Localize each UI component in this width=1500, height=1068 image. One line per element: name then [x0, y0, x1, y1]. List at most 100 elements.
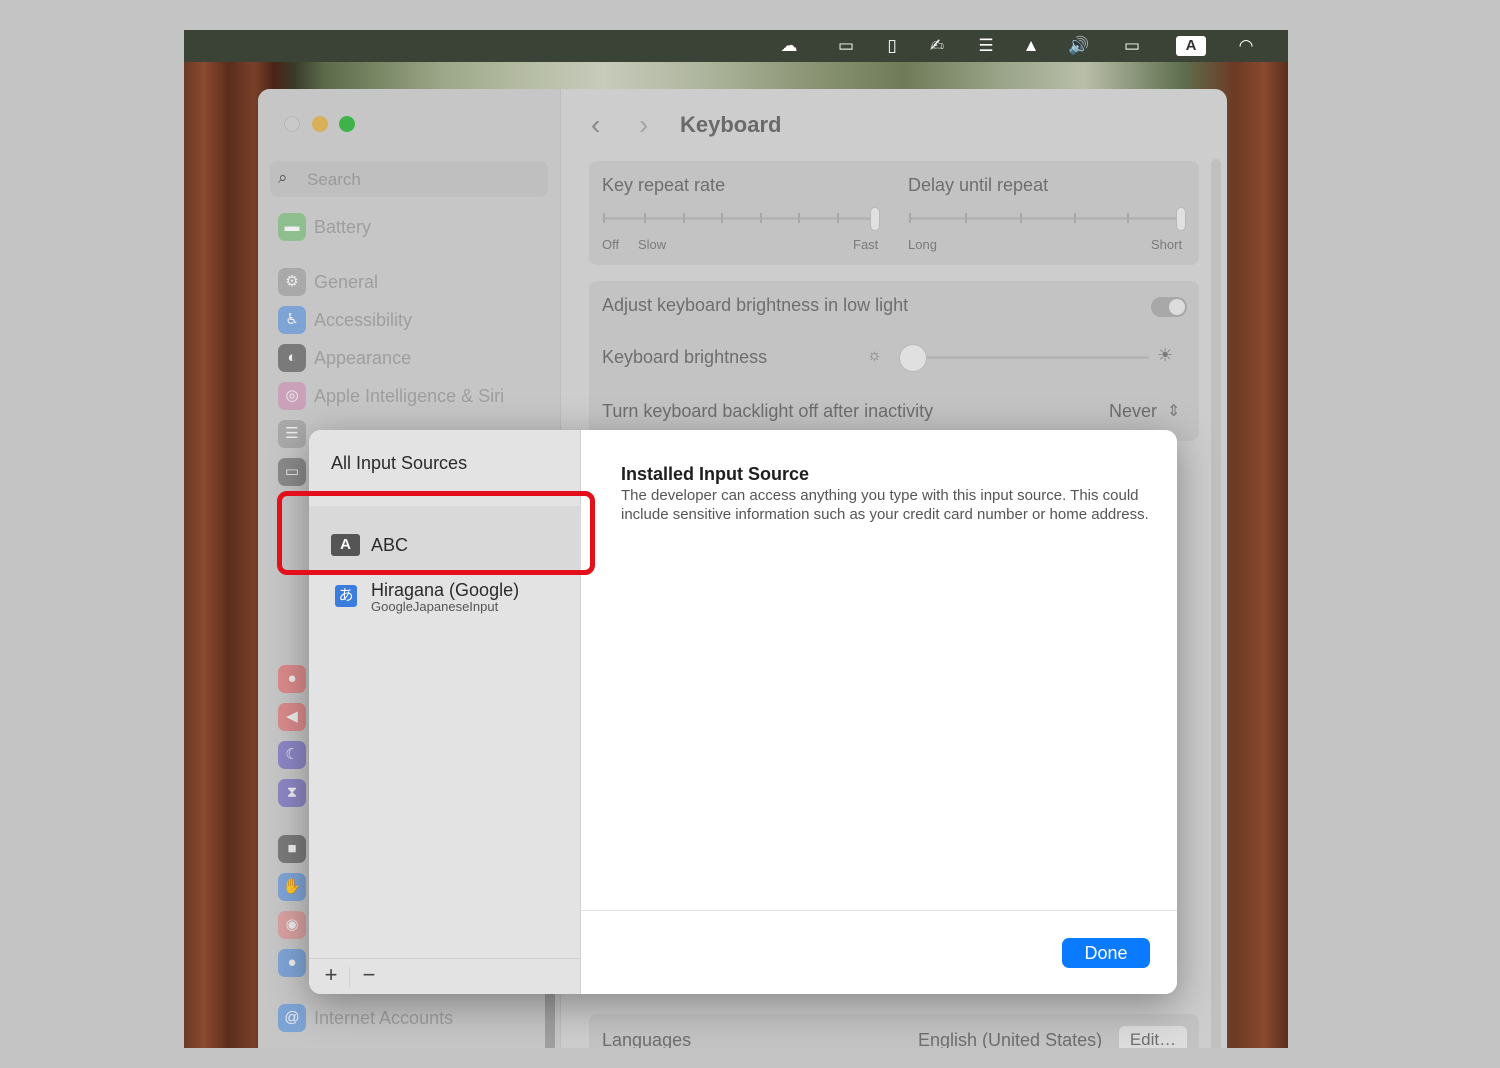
input-source-hiragana[interactable]: あ Hiragana (Google) GoogleJapaneseInput: [309, 576, 581, 616]
drive-icon[interactable]: ▲: [1019, 36, 1043, 56]
slider-tick: [1074, 213, 1076, 223]
desktop-icon: ▭: [278, 458, 306, 486]
accessibility-icon: ♿: [278, 306, 306, 334]
slider-tick: [837, 213, 839, 223]
delay-repeat-slider[interactable]: [909, 217, 1181, 220]
slider-tick: [683, 213, 685, 223]
key-repeat-off: Off: [602, 237, 620, 252]
cloud-icon[interactable]: ☁: [774, 36, 804, 56]
keyboard-brightness-knob[interactable]: [899, 344, 927, 372]
repeat-settings-group: Key repeat rate Off Slow Fast Delay unti…: [589, 161, 1199, 265]
list-actions-bar: + −: [309, 958, 581, 994]
sidebar-scrollbar[interactable]: [545, 989, 555, 1048]
sidebar-item-desktop[interactable]: ▭: [278, 458, 306, 486]
input-source-detail-panel: Installed Input Source The developer can…: [581, 430, 1177, 994]
hiragana-input-icon: あ: [335, 585, 357, 607]
sidebar-item-control-center[interactable]: ☰: [278, 420, 306, 448]
detail-description: The developer can access anything you ty…: [621, 487, 1149, 523]
minimize-button[interactable]: [312, 116, 328, 132]
keyboard-brightness-label: Keyboard brightness: [602, 347, 768, 367]
languages-label: Languages: [602, 1030, 692, 1048]
delay-repeat-knob[interactable]: [1176, 207, 1186, 231]
key-repeat-knob[interactable]: [870, 207, 880, 231]
close-button[interactable]: [284, 116, 300, 132]
signature-icon[interactable]: ✍: [924, 36, 950, 56]
forward-button[interactable]: ›: [639, 109, 648, 141]
sidebar-item-label: Apple Intelligence & Siri: [314, 385, 505, 406]
slider-tick: [965, 213, 967, 223]
slider-tick: [721, 213, 723, 223]
sidebar-item-battery[interactable]: ▬ Battery: [278, 213, 371, 241]
sidebar-item-general[interactable]: ⚙ General: [278, 268, 378, 296]
slider-tick: [798, 213, 800, 223]
sidebar-item-sound[interactable]: ◀: [278, 703, 306, 731]
sidebar-item-screen-time[interactable]: ⧗: [278, 779, 306, 807]
keyboard-brightness-slider[interactable]: [901, 356, 1149, 359]
input-source-sublabel: GoogleJapaneseInput: [371, 599, 499, 614]
key-repeat-label: Key repeat rate: [602, 175, 726, 195]
adjust-brightness-toggle[interactable]: [1151, 297, 1187, 317]
divider: [349, 967, 350, 987]
delay-repeat-long: Long: [908, 237, 937, 252]
sidebar-item-label: Accessibility: [314, 309, 413, 330]
search-input[interactable]: ⌕ Search: [270, 161, 548, 197]
slider-tick: [1020, 213, 1022, 223]
window-icon[interactable]: ▭: [834, 36, 858, 56]
document-icon[interactable]: ▯: [881, 36, 903, 56]
all-input-sources-title: All Input Sources: [331, 453, 468, 473]
slider-tick: [1127, 213, 1129, 223]
divider: [581, 910, 1177, 911]
moon-icon: ☾: [278, 741, 306, 769]
done-button[interactable]: Done: [1062, 938, 1150, 968]
at-icon: @: [278, 1004, 306, 1032]
back-button[interactable]: ‹: [591, 109, 600, 141]
bell-icon: ●: [278, 665, 306, 693]
hourglass-icon: ⧗: [278, 779, 306, 807]
languages-edit-button[interactable]: Edit…: [1119, 1026, 1187, 1048]
clipboard-icon[interactable]: ☰: [975, 36, 997, 56]
annotation-highlight-box: [277, 491, 595, 575]
sidebar-item-users[interactable]: ●: [278, 949, 306, 977]
wifi-icon[interactable]: ◠: [1232, 36, 1260, 56]
sidebar-item-focus[interactable]: ☾: [278, 741, 306, 769]
search-placeholder: Search: [307, 170, 361, 189]
zoom-button[interactable]: [339, 116, 355, 132]
detail-title: Installed Input Source: [621, 464, 810, 484]
sidebar-item-appearance[interactable]: ◐ Appearance: [278, 344, 411, 372]
sidebar-item-siri[interactable]: ◎ Apple Intelligence & Siri: [278, 382, 504, 410]
sidebar-item-internet-accounts[interactable]: @ Internet Accounts: [278, 1004, 453, 1032]
sidebar-item-label: General: [314, 271, 379, 292]
brightness-settings-group: Adjust keyboard brightness in low light …: [589, 281, 1199, 441]
volume-icon[interactable]: 🔊: [1064, 36, 1094, 56]
sidebar-item-touch-id[interactable]: ◉: [278, 911, 306, 939]
sidebar-item-label: Internet Accounts: [314, 1007, 454, 1028]
chevron-updown-icon: ⇕: [1167, 403, 1181, 420]
lock-icon: ■: [278, 835, 306, 863]
slider-tick: [909, 213, 911, 223]
backlight-off-select[interactable]: Never: [1109, 401, 1157, 422]
page-title: Keyboard: [680, 112, 782, 137]
siri-icon: ◎: [278, 382, 306, 410]
sidebar-item-notifications[interactable]: ●: [278, 665, 306, 693]
brightness-low-icon: ☼: [867, 347, 882, 364]
sound-icon: ◀: [278, 703, 306, 731]
delay-repeat-short: Short: [1151, 237, 1183, 252]
users-icon: ●: [278, 949, 306, 977]
input-source-label: Hiragana (Google): [371, 580, 520, 600]
sidebar-item-label: Appearance: [314, 347, 412, 368]
sidebar-item-accessibility[interactable]: ♿ Accessibility: [278, 306, 412, 334]
sidebar-item-label: Battery: [314, 216, 372, 237]
sidebar-item-privacy[interactable]: ✋: [278, 873, 306, 901]
battery-icon[interactable]: ▭: [1114, 36, 1150, 56]
slider-tick: [603, 213, 605, 223]
control-center-icon: ☰: [278, 420, 306, 448]
hand-icon: ✋: [278, 873, 306, 901]
add-button[interactable]: +: [319, 962, 343, 988]
content-scrollbar[interactable]: [1211, 159, 1221, 1048]
remove-button[interactable]: −: [357, 962, 381, 988]
delay-repeat-label: Delay until repeat: [908, 175, 1049, 195]
sidebar-item-lock-screen[interactable]: ■: [278, 835, 306, 863]
input-source-menu[interactable]: A: [1176, 36, 1206, 56]
key-repeat-fast: Fast: [853, 237, 879, 252]
search-icon: ⌕: [278, 168, 288, 187]
